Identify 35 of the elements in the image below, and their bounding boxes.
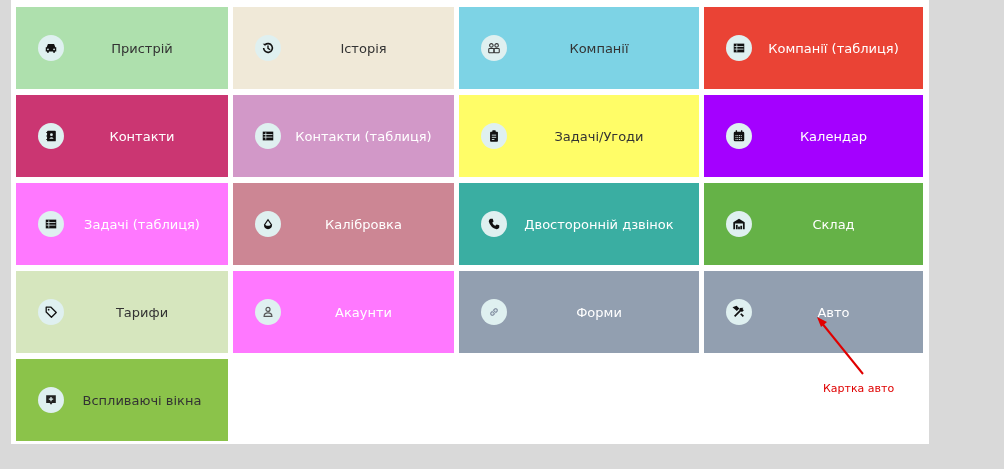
table-icon: [726, 35, 752, 61]
module-tile[interactable]: Історія: [233, 7, 454, 89]
table-icon: [38, 211, 64, 237]
annotation-text: Картка авто: [823, 382, 895, 395]
table-icon: [255, 123, 281, 149]
message-plus-icon: [38, 387, 64, 413]
module-tile[interactable]: Контакти: [16, 95, 228, 177]
link-icon: [481, 299, 507, 325]
drop-icon: [255, 211, 281, 237]
contact-book-icon: [38, 123, 64, 149]
clipboard-icon: [481, 123, 507, 149]
module-tile[interactable]: Компанії: [459, 7, 699, 89]
module-tile[interactable]: Тарифи: [16, 271, 228, 353]
tag-icon: [38, 299, 64, 325]
module-tile[interactable]: Акаунти: [233, 271, 454, 353]
module-tile[interactable]: Вспливаючі вікна: [16, 359, 228, 441]
module-tile[interactable]: Калібровка: [233, 183, 454, 265]
car-icon: [38, 35, 64, 61]
module-tile[interactable]: Календар: [704, 95, 923, 177]
module-tile[interactable]: Компанії (таблиця): [704, 7, 923, 89]
module-tile[interactable]: Форми: [459, 271, 699, 353]
module-tile[interactable]: Задачі (таблиця): [16, 183, 228, 265]
module-tile[interactable]: Пристрій: [16, 7, 228, 89]
phone-icon: [481, 211, 507, 237]
history-icon: [255, 35, 281, 61]
calendar-icon: [726, 123, 752, 149]
module-tile[interactable]: Задачі/Угоди: [459, 95, 699, 177]
group-icon: [481, 35, 507, 61]
module-tile[interactable]: Двосторонній дзвінок: [459, 183, 699, 265]
module-tile[interactable]: Склад: [704, 183, 923, 265]
module-tile[interactable]: Авто: [704, 271, 923, 353]
person-icon: [255, 299, 281, 325]
tools-icon: [726, 299, 752, 325]
warehouse-icon: [726, 211, 752, 237]
module-tile[interactable]: Контакти (таблиця): [233, 95, 454, 177]
